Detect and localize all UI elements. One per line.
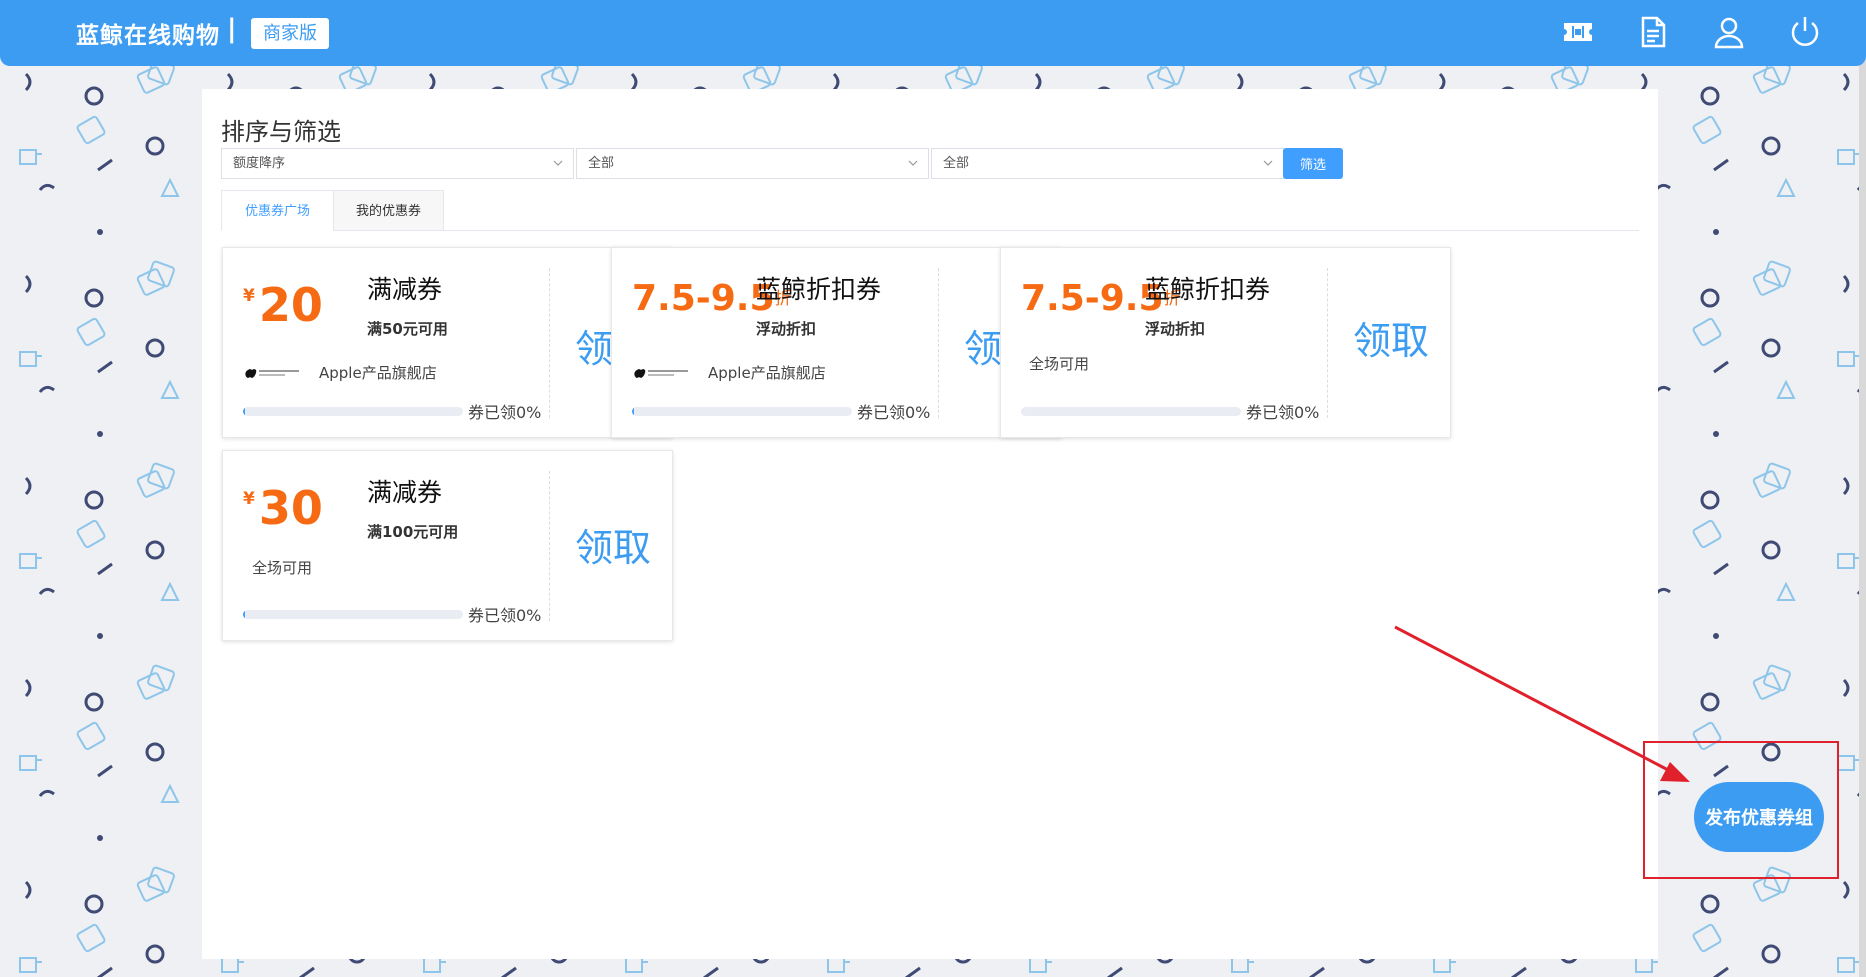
coupon-amount: ¥20 [243, 278, 323, 332]
coupon-title: 蓝鲸折扣券 [1145, 275, 1271, 304]
filter-select-1[interactable]: 全部 [576, 148, 929, 179]
discount-value: 7.5-9.5 [632, 278, 775, 319]
chevron-down-icon [908, 160, 918, 166]
claim-button[interactable]: 领取 [1353, 310, 1429, 365]
edition-badge: 商家版 [251, 18, 329, 49]
ticket-icon[interactable] [1560, 14, 1596, 50]
sort-select[interactable]: 额度降序 [221, 148, 574, 179]
scrollbar[interactable] [1859, 0, 1866, 977]
coupon-condition: 满100元可用 [367, 523, 459, 541]
main-panel: 排序与筛选 额度降序 全部 全部 筛选 优惠券广场 我的优惠券 ¥20 满减券 … [202, 89, 1658, 959]
chevron-down-icon [553, 160, 563, 166]
brand-separator: | [227, 14, 237, 44]
filter-select-1-value: 全部 [588, 156, 615, 171]
sort-select-value: 额度降序 [233, 156, 286, 171]
filter-button[interactable]: 筛选 [1283, 148, 1343, 179]
brand-title: 蓝鲸在线购物 [76, 23, 220, 49]
coupon-title: 蓝鲸折扣券 [756, 275, 882, 304]
coupon-title: 满减券 [367, 275, 443, 304]
claim-progress-text: 券已领0% [857, 403, 931, 422]
coupon-card: ¥30 满减券 满100元可用 全场可用 领取 券已领0% [222, 450, 673, 641]
coupon-store: Apple产品旗舰店 [632, 362, 826, 383]
progress-fill [632, 407, 635, 416]
amount-value: 20 [258, 278, 323, 332]
tab-coupon-square[interactable]: 优惠券广场 [221, 190, 334, 231]
publish-coupon-group-button[interactable]: 发布优惠券组 [1694, 782, 1824, 852]
top-header: 蓝鲸在线购物 | 商家版 [0, 0, 1866, 66]
chevron-down-icon [1263, 160, 1273, 166]
document-icon[interactable] [1635, 14, 1671, 50]
coupon-store: Apple产品旗舰店 [243, 362, 437, 383]
coupon-card: 7.5-9.5折 蓝鲸折扣券 浮动折扣 Apple产品旗舰店 领取 券已领0% [611, 247, 1062, 438]
claim-progress-text: 券已领0% [468, 606, 542, 625]
card-divider [549, 268, 550, 418]
discount-value: 7.5-9.5 [1021, 278, 1164, 319]
claim-progress-bar [632, 407, 852, 416]
store-name: Apple产品旗舰店 [319, 364, 437, 382]
filter-select-2[interactable]: 全部 [931, 148, 1284, 179]
amount-value: 30 [258, 481, 323, 535]
claim-progress-bar [243, 610, 463, 619]
coupon-card: 7.5-9.5折 蓝鲸折扣券 浮动折扣 全场可用 领取 券已领0% [1000, 247, 1451, 438]
currency-symbol: ¥ [243, 489, 255, 509]
claim-progress-bar [1021, 407, 1241, 416]
store-name: Apple产品旗舰店 [708, 364, 826, 382]
progress-fill [243, 610, 246, 619]
coupon-condition: 满50元可用 [367, 320, 448, 338]
coupon-condition: 浮动折扣 [1145, 320, 1206, 338]
section-title: 排序与筛选 [221, 118, 341, 146]
coupon-scope: 全场可用 [252, 559, 313, 577]
store-logo-icon [243, 366, 305, 380]
currency-symbol: ¥ [243, 286, 255, 306]
claim-button[interactable]: 领取 [575, 517, 651, 572]
filter-select-2-value: 全部 [943, 156, 970, 171]
coupon-scope: 全场可用 [1029, 355, 1090, 373]
claim-progress-text: 券已领0% [468, 403, 542, 422]
claim-progress-text: 券已领0% [1246, 403, 1320, 422]
card-divider [938, 268, 939, 418]
power-icon[interactable] [1787, 14, 1823, 50]
progress-fill [243, 407, 246, 416]
coupon-title: 满减券 [367, 478, 443, 507]
coupon-amount: ¥30 [243, 481, 323, 535]
store-logo-icon [632, 366, 694, 380]
coupon-card: ¥20 满减券 满50元可用 Apple产品旗舰店 领取 券已领0% [222, 247, 673, 438]
coupon-condition: 浮动折扣 [756, 320, 817, 338]
user-icon[interactable] [1711, 14, 1747, 50]
card-divider [549, 471, 550, 621]
tab-my-coupons[interactable]: 我的优惠券 [333, 190, 444, 231]
claim-progress-bar [243, 407, 463, 416]
card-divider [1327, 268, 1328, 418]
